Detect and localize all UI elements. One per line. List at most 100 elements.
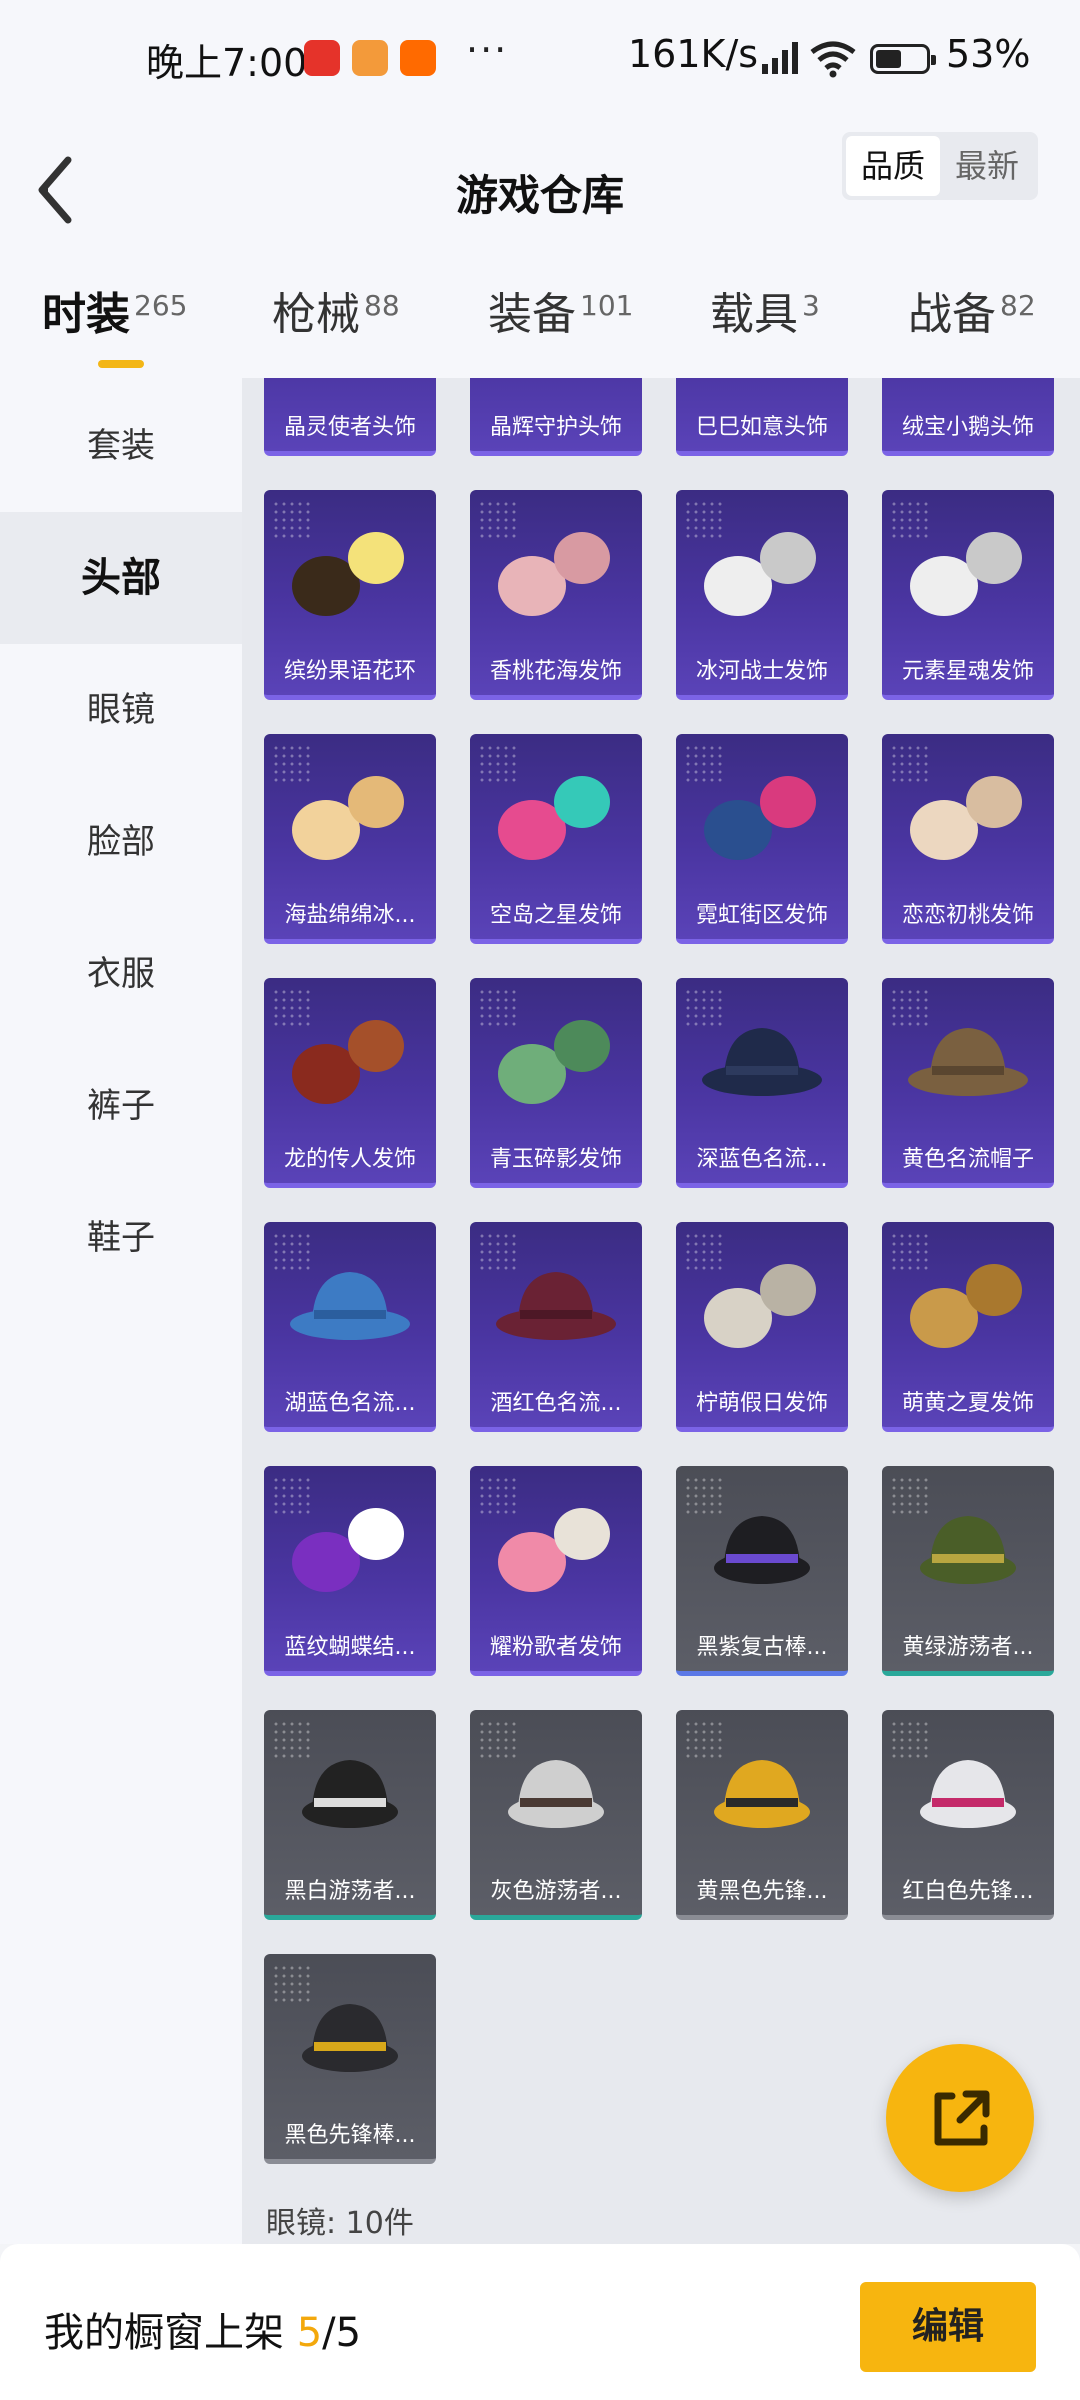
showcase-current: 5 — [296, 2310, 323, 2356]
showcase-status: 我的橱窗上架 5/5 — [44, 2300, 361, 2358]
item-name: 香桃花海发饰 — [489, 659, 622, 684]
item-card[interactable]: 黑色先锋棒... — [264, 1954, 436, 2164]
item-card[interactable]: 灰色游荡者... — [470, 1710, 642, 1920]
item-grid: 晶灵使者头饰 晶辉守护头饰 巳巳如意头饰 绒宝小鹅头饰缤纷果语花环 香桃花海发饰 冰河战士… — [242, 378, 1080, 2244]
sidebar-item-face[interactable]: 脸部 — [0, 776, 242, 908]
item-name: 耀粉歌者发饰 — [489, 1635, 622, 1660]
glasses-count-note: 眼镜: 10件 — [266, 2206, 414, 2241]
item-card[interactable]: 霓虹街区发饰 — [676, 734, 848, 944]
showcase-label: 我的橱窗上架 — [44, 2310, 284, 2356]
tab-label: 枪械 — [272, 289, 360, 340]
item-name: 黄黑色先锋... — [696, 1879, 828, 1904]
silver-hair-icon — [704, 1264, 816, 1348]
headwear-icon — [676, 378, 848, 406]
beige-hair-icon — [910, 776, 1022, 860]
showcase-total: 5 — [335, 2310, 362, 2356]
item-card[interactable]: 绒宝小鹅头饰 — [882, 378, 1054, 456]
bottom-bar: 我的橱窗上架 5/5 编辑 — [0, 2244, 1080, 2400]
item-name: 红白色先锋... — [902, 1879, 1034, 1904]
item-card[interactable]: 黄绿游荡者... — [882, 1466, 1054, 1676]
yellow-cap-icon — [714, 1760, 810, 1828]
tab-supplies[interactable]: 战备 82 — [908, 278, 1036, 348]
tab-count: 101 — [580, 289, 634, 322]
tab-guns[interactable]: 枪械 88 — [272, 278, 400, 348]
red-hair-icon — [292, 1020, 404, 1104]
item-name: 黄色名流帽子 — [901, 1147, 1034, 1172]
sidebar-item-head[interactable]: 头部 — [0, 512, 242, 644]
item-name: 海盐绵绵冰... — [284, 903, 416, 928]
mi-app-icon — [400, 40, 436, 76]
item-card[interactable]: 湖蓝色名流... — [264, 1222, 436, 1432]
tab-label: 载具 — [710, 289, 798, 340]
tab-count: 3 — [802, 289, 820, 322]
neon-hair-icon — [704, 776, 816, 860]
item-name: 空岛之星发饰 — [489, 903, 622, 928]
item-card[interactable]: 黄色名流帽子 — [882, 978, 1054, 1188]
item-name: 黑白游荡者... — [284, 1879, 416, 1904]
purple-bow-hair-icon — [292, 1508, 404, 1592]
tab-count: 82 — [1000, 289, 1036, 322]
black-cap-icon — [714, 1516, 810, 1584]
item-card[interactable]: 黑紫复古棒... — [676, 1466, 848, 1676]
item-card[interactable]: 香桃花海发饰 — [470, 490, 642, 700]
item-card[interactable]: 海盐绵绵冰... — [264, 734, 436, 944]
tab-label: 时装 — [42, 289, 130, 340]
wine-fedora-icon — [496, 1272, 616, 1340]
edit-button[interactable]: 编辑 — [860, 2282, 1036, 2372]
item-card[interactable]: 元素星魂发饰 — [882, 490, 1054, 700]
tab-fashion[interactable]: 时装 265 — [42, 278, 187, 368]
item-name: 龙的传人发饰 — [283, 1147, 416, 1172]
item-card[interactable]: 耀粉歌者发饰 — [470, 1466, 642, 1676]
share-external-icon — [934, 2090, 990, 2146]
item-card[interactable]: 晶灵使者头饰 — [264, 378, 436, 456]
sidebar-item-shoes[interactable]: 鞋子 — [0, 1172, 242, 1304]
item-card[interactable]: 深蓝色名流... — [676, 978, 848, 1188]
item-card[interactable]: 缤纷果语花环 — [264, 490, 436, 700]
sidebar-item-pants[interactable]: 裤子 — [0, 1040, 242, 1172]
sidebar-item-outfit[interactable]: 套装 — [0, 380, 242, 512]
item-card[interactable]: 黑白游荡者... — [264, 1710, 436, 1920]
item-card[interactable]: 晶辉守护头饰 — [470, 378, 642, 456]
sidebar-item-clothes[interactable]: 衣服 — [0, 908, 242, 1040]
item-card[interactable]: 巳巳如意头饰 — [676, 378, 848, 456]
category-tabs: 时装 265 枪械 88 装备 101 载具 3 战备 82 — [0, 260, 1080, 378]
item-name: 绒宝小鹅头饰 — [901, 415, 1034, 440]
tab-vehicles[interactable]: 载具 3 — [710, 278, 820, 348]
item-card[interactable]: 红白色先锋... — [882, 1710, 1054, 1920]
status-bar: 晚上7:00 ··· 161K/s 53% — [0, 0, 1080, 120]
item-card[interactable]: 空岛之星发饰 — [470, 734, 642, 944]
sidebar-item-glasses[interactable]: 眼镜 — [0, 644, 242, 776]
item-name: 柠萌假日发饰 — [695, 1391, 828, 1416]
item-name: 黑色先锋棒... — [284, 2123, 416, 2148]
item-card[interactable]: 恋恋初桃发饰 — [882, 734, 1054, 944]
item-card[interactable]: 龙的传人发饰 — [264, 978, 436, 1188]
item-name: 缤纷果语花环 — [283, 659, 416, 684]
item-card[interactable]: 冰河战士发饰 — [676, 490, 848, 700]
striped-beanie-icon — [920, 1516, 1016, 1584]
blonde-hair-icon — [292, 776, 404, 860]
item-card[interactable]: 柠萌假日发饰 — [676, 1222, 848, 1432]
item-card[interactable]: 青玉碎影发饰 — [470, 978, 642, 1188]
pink-hair-icon — [498, 532, 610, 616]
gold-hair-icon — [910, 1264, 1022, 1348]
status-time: 晚上7:00 — [146, 41, 308, 85]
item-card[interactable]: 酒红色名流... — [470, 1222, 642, 1432]
share-button[interactable] — [886, 2044, 1034, 2192]
blue-fedora-icon — [290, 1272, 410, 1340]
item-name: 巳巳如意头饰 — [695, 415, 828, 440]
item-name: 霓虹街区发饰 — [695, 903, 828, 928]
tab-equipment[interactable]: 装备 101 — [488, 278, 633, 348]
sort-option-quality[interactable]: 品质 — [846, 136, 940, 196]
tab-label: 装备 — [488, 289, 576, 340]
item-card[interactable]: 萌黄之夏发饰 — [882, 1222, 1054, 1432]
white-hair-icon — [704, 532, 816, 616]
item-name: 元素星魂发饰 — [901, 659, 1034, 684]
item-name: 青玉碎影发饰 — [489, 1147, 622, 1172]
sort-option-latest[interactable]: 最新 — [940, 136, 1034, 196]
item-card[interactable]: 蓝纹蝴蝶结... — [264, 1466, 436, 1676]
item-card[interactable]: 黄黑色先锋... — [676, 1710, 848, 1920]
mask-hair-icon — [498, 776, 610, 860]
item-name: 晶灵使者头饰 — [283, 415, 416, 440]
headwear-icon — [882, 378, 1054, 406]
sort-toggle: 品质 最新 — [842, 132, 1038, 200]
